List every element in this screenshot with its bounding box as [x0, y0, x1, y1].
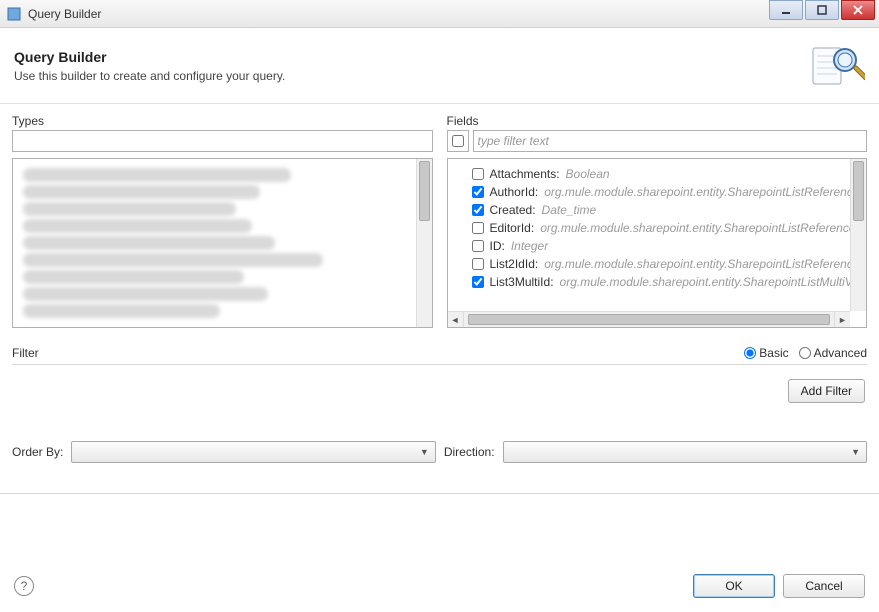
- vertical-scrollbar[interactable]: [850, 159, 866, 311]
- field-checkbox[interactable]: [472, 276, 484, 288]
- list-item[interactable]: [23, 202, 236, 216]
- fields-filter-input[interactable]: [473, 130, 868, 152]
- cancel-button[interactable]: Cancel: [783, 574, 865, 598]
- magnifier-document-icon: [809, 38, 865, 94]
- list-item[interactable]: [23, 253, 323, 267]
- field-name: List3MultiId:: [490, 275, 554, 289]
- field-checkbox[interactable]: [472, 168, 484, 180]
- add-filter-button[interactable]: Add Filter: [788, 379, 865, 403]
- field-type: Integer: [511, 239, 548, 253]
- window-title: Query Builder: [28, 7, 769, 21]
- list-item[interactable]: [23, 270, 244, 284]
- field-name: Attachments:: [490, 167, 560, 181]
- chevron-down-icon: ▼: [851, 447, 860, 457]
- types-listbox[interactable]: [12, 158, 433, 328]
- field-checkbox[interactable]: [472, 204, 484, 216]
- filter-mode-basic-radio[interactable]: Basic: [744, 346, 788, 360]
- field-type: org.mule.module.sharepoint.entity.Sharep…: [560, 275, 850, 289]
- window-maximize-button[interactable]: [805, 0, 839, 20]
- types-input[interactable]: [12, 130, 433, 152]
- horizontal-scrollbar[interactable]: ◄ ►: [448, 311, 851, 327]
- filter-mode-basic-label: Basic: [759, 346, 788, 360]
- field-type: org.mule.module.sharepoint.entity.Sharep…: [544, 185, 850, 199]
- window-titlebar: Query Builder: [0, 0, 879, 28]
- field-row[interactable]: List2IdId: org.mule.module.sharepoint.ent…: [452, 255, 847, 273]
- fields-label: Fields: [447, 114, 868, 128]
- page-subtitle: Use this builder to create and configure…: [14, 69, 809, 83]
- orderby-label: Order By:: [12, 445, 63, 459]
- field-row[interactable]: Created: Date_time: [452, 201, 847, 219]
- field-row[interactable]: ID: Integer: [452, 237, 847, 255]
- scroll-right-icon[interactable]: ►: [834, 312, 850, 327]
- fields-listbox[interactable]: Attachments: Boolean AuthorId: org.mule.mod…: [447, 158, 868, 328]
- field-checkbox[interactable]: [472, 186, 484, 198]
- field-checkbox[interactable]: [472, 258, 484, 270]
- page-title: Query Builder: [14, 49, 809, 65]
- field-name: EditorId:: [490, 221, 535, 235]
- field-row[interactable]: List3MultiId: org.mule.module.sharepoint.…: [452, 273, 847, 291]
- list-item[interactable]: [23, 304, 220, 318]
- filter-mode-advanced-label: Advanced: [814, 346, 867, 360]
- window-minimize-button[interactable]: [769, 0, 803, 20]
- help-icon[interactable]: ?: [14, 576, 34, 596]
- field-row[interactable]: Attachments: Boolean: [452, 165, 847, 183]
- chevron-down-icon: ▼: [420, 447, 429, 457]
- list-item[interactable]: [23, 287, 268, 301]
- field-checkbox[interactable]: [472, 240, 484, 252]
- field-type: Boolean: [566, 167, 610, 181]
- types-label: Types: [12, 114, 433, 128]
- app-icon: [6, 6, 22, 22]
- field-row[interactable]: EditorId: org.mule.module.sharepoint.enti…: [452, 219, 847, 237]
- direction-label: Direction:: [444, 445, 495, 459]
- scroll-left-icon[interactable]: ◄: [448, 312, 464, 327]
- ok-button[interactable]: OK: [693, 574, 775, 598]
- fields-select-all-checkbox[interactable]: [447, 130, 469, 152]
- window-close-button[interactable]: [841, 0, 875, 20]
- orderby-combobox[interactable]: ▼: [71, 441, 435, 463]
- list-item[interactable]: [23, 236, 275, 250]
- field-type: Date_time: [542, 203, 597, 217]
- field-type: org.mule.module.sharepoint.entity.Sharep…: [540, 221, 850, 235]
- footer-divider: [0, 493, 879, 494]
- filter-mode-advanced-radio[interactable]: Advanced: [799, 346, 867, 360]
- field-name: Created:: [490, 203, 536, 217]
- field-name: ID:: [490, 239, 505, 253]
- list-item[interactable]: [23, 168, 291, 182]
- list-item[interactable]: [23, 185, 260, 199]
- field-row[interactable]: AuthorId: org.mule.module.sharepoint.enti…: [452, 183, 847, 201]
- field-name: AuthorId:: [490, 185, 539, 199]
- filter-label: Filter: [12, 346, 744, 360]
- field-type: org.mule.module.sharepoint.entity.Sharep…: [544, 257, 850, 271]
- field-checkbox[interactable]: [472, 222, 484, 234]
- field-name: List2IdId:: [490, 257, 539, 271]
- vertical-scrollbar[interactable]: [416, 159, 432, 327]
- direction-combobox[interactable]: ▼: [503, 441, 867, 463]
- list-item[interactable]: [23, 219, 252, 233]
- dialog-header: Query Builder Use this builder to create…: [0, 28, 879, 104]
